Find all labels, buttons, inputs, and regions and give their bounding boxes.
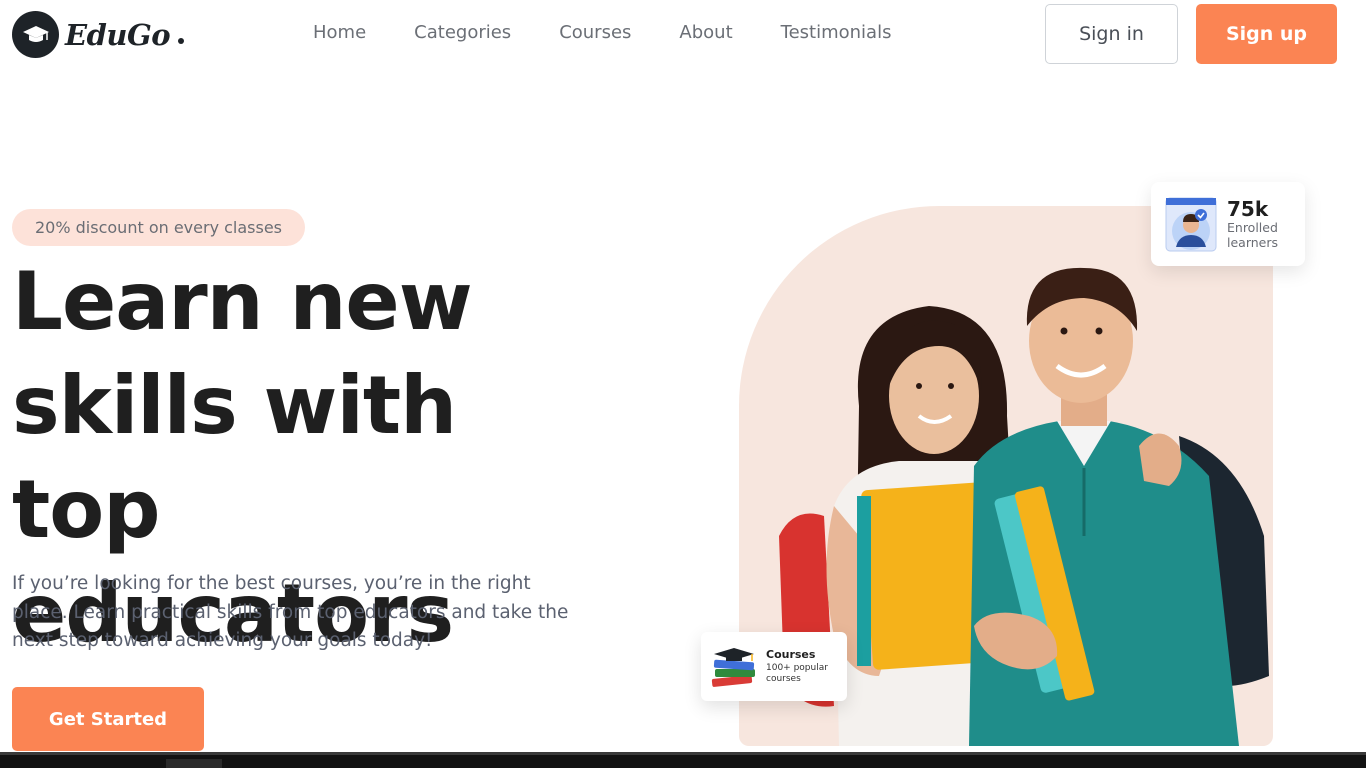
- signin-button[interactable]: Sign in: [1045, 4, 1178, 64]
- nav-courses[interactable]: Courses: [559, 22, 631, 43]
- courses-card-subtitle: 100+ popular courses: [766, 663, 828, 684]
- hero-subtext: If you’re looking for the best courses, …: [12, 573, 569, 651]
- nav-about[interactable]: About: [679, 22, 732, 43]
- promo-badge: 20% discount on every classes: [12, 209, 306, 246]
- courses-card: Courses 100+ popular courses: [701, 632, 847, 701]
- learner-avatar-icon: [1165, 197, 1217, 251]
- os-taskbar: [0, 752, 1366, 768]
- nav-testimonials[interactable]: Testimonials: [781, 22, 892, 43]
- learners-count: 75k: [1227, 197, 1269, 221]
- signup-button[interactable]: Sign up: [1196, 4, 1337, 64]
- main-nav: Home Categories Courses About Testimonia…: [313, 22, 891, 43]
- headline-line-2: skills with top: [12, 359, 457, 556]
- learners-card: 75k Enrolled learners: [1151, 182, 1305, 266]
- get-started-button[interactable]: Get Started: [12, 687, 204, 751]
- nav-home[interactable]: Home: [313, 22, 366, 43]
- brand-name: EduGo: [65, 17, 171, 52]
- graduation-cap-icon: [12, 11, 59, 58]
- brand-logo[interactable]: EduGo: [12, 11, 185, 58]
- nav-categories[interactable]: Categories: [414, 22, 511, 43]
- taskbar-item[interactable]: [166, 759, 222, 768]
- headline-line-1: Learn new: [12, 255, 473, 348]
- books-icon: [711, 647, 755, 687]
- brand-dot: [178, 37, 185, 44]
- learners-label: Enrolled learners: [1227, 220, 1279, 250]
- courses-card-title: Courses: [766, 648, 816, 661]
